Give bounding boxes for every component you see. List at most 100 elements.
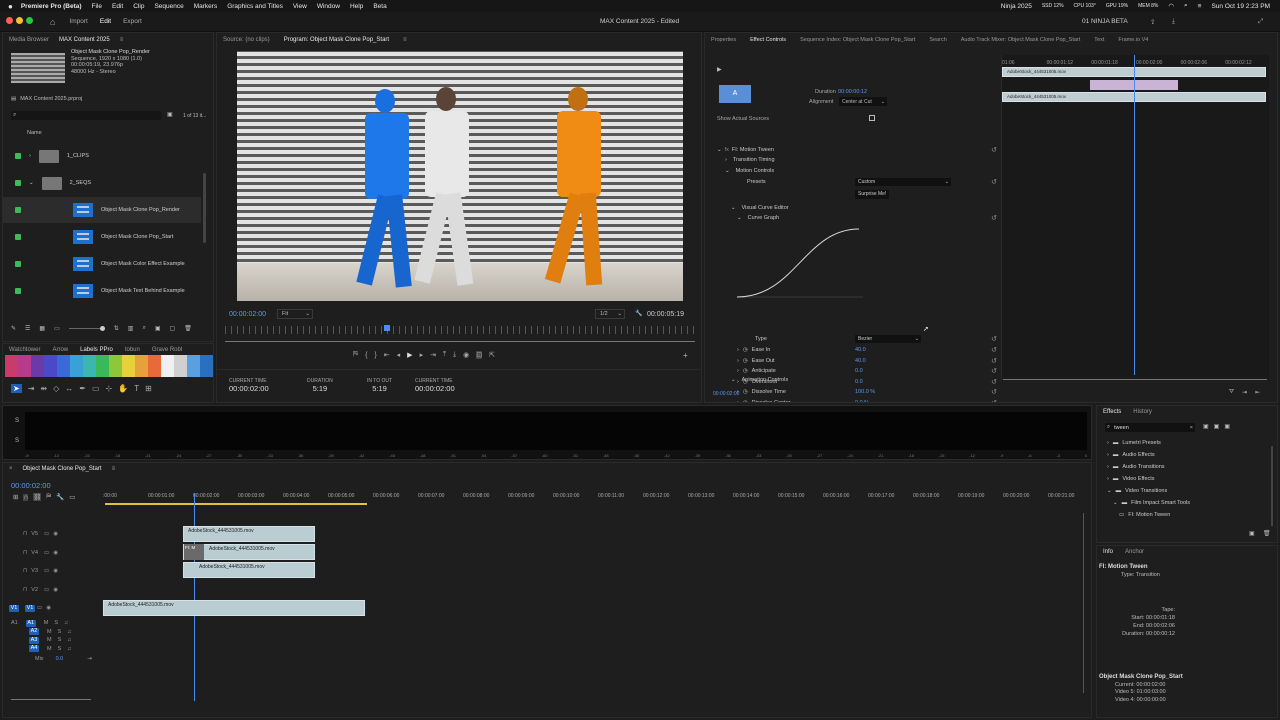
clock[interactable]: Sun Oct 19 2:23 PM [1211, 3, 1270, 10]
chevron-right-icon[interactable]: › [1107, 452, 1109, 458]
tab-properties[interactable]: Properties [711, 37, 736, 43]
automate-icon[interactable]: ▥ [128, 325, 134, 332]
chevron-right-icon[interactable]: › [29, 153, 31, 159]
project-list-item[interactable]: Object Mask Clone Pop_Start [3, 224, 201, 250]
add-marker-icon[interactable]: ⛿ [353, 351, 358, 359]
lift-icon[interactable]: ⤒ [443, 351, 446, 359]
hand-tool-icon[interactable]: ✋ [118, 384, 128, 393]
pen-tool-icon[interactable]: ✒ [79, 384, 86, 393]
effects-tree-item[interactable]: ▭ FI: Motion Tween [1119, 512, 1170, 518]
mark-out-icon[interactable]: } [374, 352, 376, 359]
track-target-label[interactable]: A3 [29, 636, 39, 644]
param-value[interactable]: 0.0 [855, 368, 863, 374]
pencil-icon[interactable]: ✎ [11, 325, 16, 332]
yuv-effects-icon[interactable]: ▣ [1224, 423, 1230, 430]
timeline-timecode[interactable]: 00:00:02:00 [11, 481, 51, 490]
meter-solo-label[interactable]: S [15, 438, 19, 444]
export-audio-icon[interactable]: ⇤ [1255, 389, 1260, 396]
filter-icon[interactable]: ⛛ [1229, 389, 1234, 396]
tab-anchor[interactable]: Anchor [1125, 549, 1144, 555]
clear-search-icon[interactable]: × [1190, 425, 1193, 431]
tab-labels-ppro[interactable]: Labels PPro [80, 347, 113, 353]
home-icon[interactable]: ⌂ [50, 17, 55, 27]
clip-v3[interactable]: AdobeStock_444531005.mov [183, 562, 315, 578]
lock-icon[interactable]: ⊓ [23, 550, 27, 556]
chevron-right-icon[interactable]: › [737, 400, 739, 403]
extract-icon[interactable]: ⤓ [453, 351, 456, 359]
effects-scrollbar[interactable] [1271, 446, 1273, 526]
label-color-swatch[interactable] [5, 355, 18, 377]
track-label[interactable]: V4 [31, 550, 38, 556]
trash-icon[interactable]: 🗑 [1263, 530, 1271, 537]
video-track-header[interactable]: ⊓ V4 ▭ ◉ [3, 544, 103, 562]
timeline-zoom-bar[interactable] [11, 699, 91, 702]
reset-icon[interactable]: ↺ [991, 399, 997, 403]
solo-button[interactable]: S [58, 646, 62, 652]
param-value[interactable]: 40.0 [855, 358, 866, 364]
close-icon[interactable]: × [9, 466, 13, 472]
menu-sequence[interactable]: Sequence [154, 3, 183, 10]
video-track-header[interactable]: ⊓ V3 ▭ ◉ [3, 562, 103, 580]
timeline-vscroll[interactable] [1083, 513, 1086, 693]
video-track-header[interactable]: ⊓ V5 ▭ ◉ [3, 525, 103, 543]
solo-button[interactable]: S [58, 637, 62, 643]
tab-search[interactable]: Search [929, 37, 946, 43]
tab-frameio[interactable]: Frame.io V4 [1118, 37, 1148, 43]
tab-export[interactable]: Export [123, 18, 142, 25]
reset-icon[interactable]: ↺ [991, 367, 997, 375]
stopwatch-icon[interactable]: ◷ [743, 368, 748, 374]
sync-lock-icon[interactable]: ▭ [44, 531, 49, 537]
label-color-swatch[interactable] [83, 355, 96, 377]
zoom-slider[interactable] [68, 326, 105, 331]
lock-icon[interactable]: ⊓ [23, 568, 27, 574]
track-select-tool-icon[interactable]: ⇥ [28, 384, 35, 393]
tab-sequence[interactable]: Object Mask Clone Pop_Start [23, 466, 102, 472]
32bit-effects-icon[interactable]: ▣ [1214, 423, 1220, 430]
curve-type-dropdown[interactable]: Bezier ⌄ [855, 335, 921, 343]
audio-track-header[interactable]: A2 M S ♫ [3, 628, 103, 636]
tab-history[interactable]: History [1133, 409, 1152, 415]
chevron-down-icon[interactable]: ⌄ [737, 215, 742, 221]
mute-button[interactable]: M [47, 637, 52, 643]
label-color-swatch[interactable] [18, 355, 31, 377]
chevron-down-icon[interactable]: ⌄ [29, 180, 34, 186]
tab-edit[interactable]: Edit [100, 18, 111, 25]
tool-extra-icon[interactable]: ⊞ [145, 384, 152, 393]
reset-icon[interactable]: ↺ [991, 335, 997, 343]
track-target-label[interactable]: A4 [29, 645, 39, 652]
export-frame-icon[interactable]: ⇱ [489, 351, 495, 359]
project-search-bar[interactable]: ⌕ [11, 111, 161, 120]
sort-icon[interactable]: ⇅ [114, 325, 119, 332]
transform-tool-icon[interactable]: ⊹ [106, 384, 113, 393]
zoom-window-button[interactable] [26, 17, 33, 24]
tab-project[interactable]: MAX Content 2025 [59, 37, 110, 43]
track-target-label[interactable]: A2 [29, 628, 39, 635]
trash-icon[interactable]: 🗑 [184, 325, 192, 332]
label-color-swatch[interactable] [70, 355, 83, 377]
microphone-icon[interactable]: ♫ [67, 629, 71, 635]
reset-icon[interactable]: ↺ [991, 357, 997, 365]
label-color-chip[interactable] [15, 288, 21, 294]
monitor-time-ruler[interactable] [225, 326, 695, 334]
linked-selection-icon[interactable]: ⛓ [33, 493, 42, 501]
monitor-playhead[interactable] [384, 325, 391, 331]
menu-markers[interactable]: Markers [194, 3, 217, 10]
label-color-swatch[interactable] [200, 355, 213, 377]
panel-menu-icon[interactable]: ≡ [112, 466, 116, 472]
video-track-header[interactable]: ⊓ V2 ▭ ◉ [3, 581, 103, 599]
project-list-item[interactable]: ⌄ 2_SEQS [3, 170, 201, 196]
work-area-bar[interactable] [105, 503, 367, 505]
param-value[interactable]: 40.0 [855, 347, 866, 353]
captions-icon[interactable]: ▭ [69, 493, 75, 501]
sync-lock-icon[interactable]: ▭ [37, 605, 42, 611]
duration-value[interactable]: 00:00:00:12 [838, 89, 867, 95]
apple-icon[interactable]: ● [8, 2, 13, 11]
track-target-label[interactable]: A1 [25, 619, 36, 627]
chevron-right-icon[interactable]: › [725, 157, 727, 163]
insert-sequence-icon[interactable]: ⊞ [13, 493, 18, 501]
reset-icon[interactable]: ↺ [991, 388, 997, 396]
transition-v4[interactable]: FI: M [184, 544, 204, 560]
menu-window[interactable]: Window [317, 3, 340, 10]
chevron-down-icon[interactable]: ⌄ [717, 147, 722, 153]
panel-menu-icon[interactable]: ≡ [403, 37, 407, 43]
